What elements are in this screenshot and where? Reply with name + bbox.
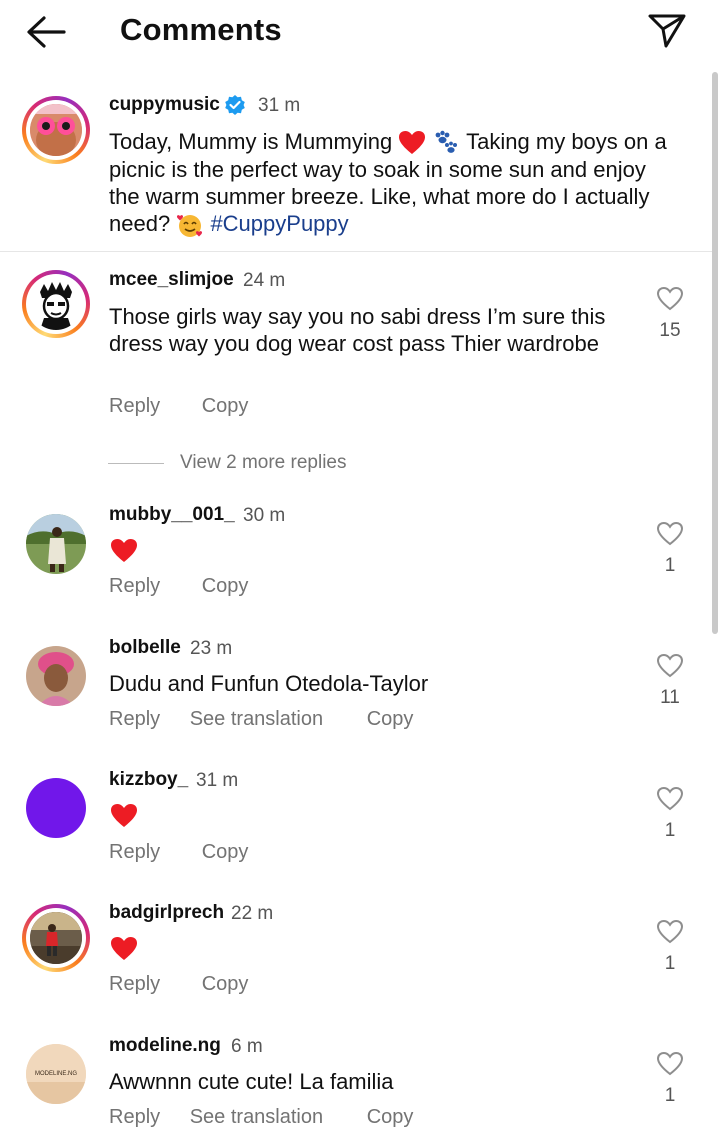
like-count: 1 (664, 555, 676, 576)
profile-picture (30, 104, 82, 156)
reply-button[interactable]: Reply (109, 841, 160, 863)
smiling-face-with-hearts-emoji-icon (177, 215, 203, 238)
red-heart-emoji-icon (111, 804, 137, 827)
comment-text: Those girls way say you no sabi dress I’… (109, 304, 606, 356)
red-heart-emoji-icon (111, 937, 137, 960)
profile-picture (30, 278, 82, 330)
avatar[interactable] (26, 778, 86, 838)
like-heart-icon[interactable] (656, 286, 684, 312)
avatar[interactable]: MODELINE.NG (26, 1044, 86, 1104)
like-heart-icon[interactable] (656, 1051, 684, 1077)
copy-button[interactable]: Copy (367, 708, 414, 730)
avatar[interactable] (26, 514, 86, 574)
comment-time: 30 m (243, 505, 286, 526)
see-translation-button[interactable]: See translation (190, 708, 323, 730)
reply-button[interactable]: Reply (109, 973, 160, 995)
post-caption: Today, Mummy is Mummying Taking my boys … (109, 128, 679, 238)
red-heart-emoji-icon (111, 539, 137, 562)
paper-plane-icon[interactable] (646, 10, 688, 50)
caption-text-start: Today, Mummy is Mummying (109, 129, 393, 154)
comment-username[interactable]: bolbelle (109, 637, 181, 659)
comment-time: 31 m (196, 770, 239, 791)
comment-time: 24 m (243, 270, 286, 291)
profile-picture (26, 514, 86, 574)
like-heart-icon[interactable] (656, 919, 684, 945)
comment-username[interactable]: modeline.ng (109, 1035, 221, 1057)
avatar[interactable] (22, 270, 90, 338)
comment-actions: Reply Copy (109, 395, 248, 418)
post-time: 31 m (258, 95, 301, 116)
verified-badge-icon (225, 95, 245, 115)
comment-actions: Reply Copy (109, 841, 248, 864)
avatar[interactable] (22, 96, 90, 164)
profile-picture: MODELINE.NG (26, 1044, 86, 1104)
paw-prints-emoji-icon (436, 130, 458, 154)
copy-button[interactable]: Copy (367, 1106, 414, 1128)
comment-time: 23 m (190, 638, 233, 659)
reply-button[interactable]: Reply (109, 575, 160, 597)
divider (0, 251, 712, 252)
comment-actions: Reply Copy (109, 575, 248, 598)
avatar[interactable] (26, 646, 86, 706)
comment-text: Dudu and Funfun Otedola-Taylor (109, 671, 429, 696)
view-more-replies-label[interactable]: View 2 more replies (180, 452, 347, 474)
red-heart-emoji-icon (399, 131, 426, 155)
scrollbar[interactable] (712, 72, 718, 634)
like-heart-icon[interactable] (656, 653, 684, 679)
profile-picture (30, 912, 82, 964)
comment-actions: Reply Copy (109, 973, 248, 996)
like-heart-icon[interactable] (656, 786, 684, 812)
like-count: 1 (664, 1085, 676, 1106)
copy-button[interactable]: Copy (202, 395, 249, 417)
comment-time: 22 m (231, 903, 274, 924)
see-translation-button[interactable]: See translation (190, 1106, 323, 1128)
profile-picture (26, 646, 86, 706)
copy-button[interactable]: Copy (202, 575, 249, 597)
like-count: 15 (659, 320, 681, 341)
hashtag-link[interactable]: #CuppyPuppy (210, 211, 348, 236)
comment-username[interactable]: mcee_slimjoe (109, 269, 234, 291)
comment-text: Awwnnn cute cute! La familia (109, 1069, 394, 1094)
reply-button[interactable]: Reply (109, 708, 160, 730)
comment-actions: Reply See translation Copy (109, 1106, 413, 1129)
avatar-brand-text: MODELINE.NG (35, 1071, 77, 1077)
reply-button[interactable]: Reply (109, 1106, 160, 1128)
like-count: 11 (660, 687, 680, 708)
comment-username[interactable]: mubby__001_ (109, 504, 235, 526)
comment-actions: Reply See translation Copy (109, 708, 413, 731)
post-username[interactable]: cuppymusic (109, 94, 220, 116)
like-count: 1 (664, 953, 676, 974)
comment-username[interactable]: kizzboy_ (109, 769, 188, 791)
reply-button[interactable]: Reply (109, 395, 160, 417)
page-title: Comments (120, 12, 282, 47)
top-bar: Comments (0, 0, 720, 62)
divider-line (108, 463, 164, 464)
comment-username[interactable]: badgirlprech (109, 902, 224, 924)
avatar[interactable] (22, 904, 90, 972)
copy-button[interactable]: Copy (202, 841, 249, 863)
comment-time: 6 m (231, 1036, 263, 1057)
like-heart-icon[interactable] (656, 521, 684, 547)
like-count: 1 (664, 820, 676, 841)
arrow-left-icon[interactable] (24, 14, 68, 50)
copy-button[interactable]: Copy (202, 973, 249, 995)
